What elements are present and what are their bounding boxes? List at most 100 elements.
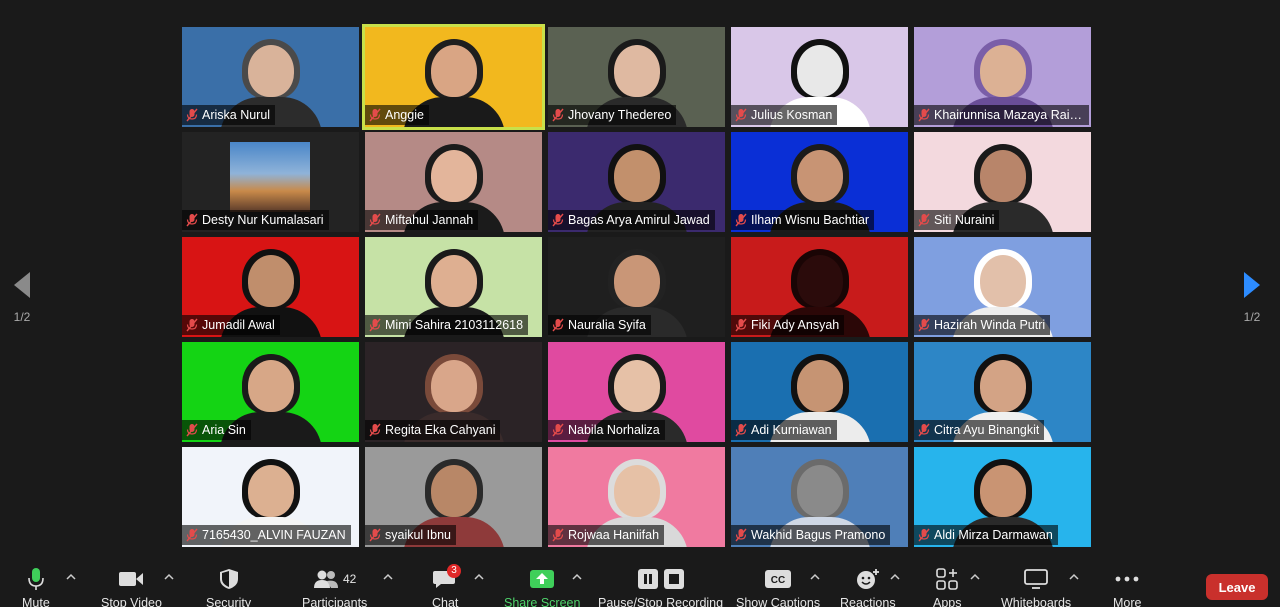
muted-microphone-icon [186,423,198,437]
chevron-right-icon [1244,272,1260,298]
participant-name: Jumadil Awal [202,318,275,332]
mute-button[interactable]: Mute [22,566,50,607]
leave-button[interactable]: Leave [1206,574,1268,600]
meeting-toolbar: Mute Stop Video Security 42 Participants… [0,560,1280,607]
participant-tile[interactable]: Aria Sin [182,342,359,442]
show-captions-button[interactable]: CC Show Captions [736,566,820,607]
captions-options-chevron-icon[interactable] [810,572,820,582]
reactions-options-chevron-icon[interactable] [890,572,900,582]
cc-text: CC [771,575,785,586]
participant-name: Adi Kurniawan [751,423,832,437]
muted-microphone-icon [552,528,564,542]
participant-tile[interactable]: Wakhid Bagus Pramono [731,447,908,547]
chat-button[interactable]: 3 Chat [432,564,461,607]
participant-name-tag: Aldi Mirza Darmawan [914,525,1058,545]
video-options-chevron-icon[interactable] [164,572,174,582]
participant-name: Ariska Nurul [202,108,271,122]
participant-name: Aldi Mirza Darmawan [934,528,1053,542]
participant-tile[interactable]: 7165430_ALVIN FAUZAN [182,447,359,547]
participant-tile[interactable]: Mimi Sahira 2103112618 [365,237,542,337]
participant-tile[interactable]: Ilham Wisnu Bachtiar [731,132,908,232]
whiteboards-button[interactable]: Whiteboards [1001,566,1071,607]
muted-microphone-icon [186,108,198,122]
participant-name-tag: Mimi Sahira 2103112618 [365,315,529,335]
participant-tile[interactable]: Nabila Norhaliza [548,342,725,442]
participant-tile[interactable]: Regita Eka Cahyani [365,342,542,442]
share-screen-icon [530,570,555,588]
muted-microphone-icon [735,423,747,437]
participant-name: Citra Ayu Binangkit [934,423,1040,437]
participants-button[interactable]: 42 Participants [302,566,367,607]
participant-tile[interactable]: Ariska Nurul [182,27,359,127]
previous-page-button[interactable]: 1/2 [2,270,42,330]
participant-tile[interactable]: Jhovany Thedereo [548,27,725,127]
apps-grid-icon [936,568,959,590]
participant-face [796,360,843,412]
security-button[interactable]: Security [206,566,251,607]
pause-stop-recording-button[interactable]: Pause/Stop Recording [598,566,723,607]
apps-options-chevron-icon[interactable] [970,572,980,582]
stop-video-button[interactable]: Stop Video [101,566,162,607]
participant-name-tag: Khairunnisa Mazaya Raih... [914,105,1089,125]
next-page-button[interactable]: 1/2 [1232,270,1272,330]
participant-tile[interactable]: Khairunnisa Mazaya Raih... [914,27,1091,127]
participant-tile[interactable]: Adi Kurniawan [731,342,908,442]
microphone-icon [28,568,44,590]
participant-tile[interactable]: Bagas Arya Amirul Jawad [548,132,725,232]
muted-microphone-icon [552,318,564,332]
more-button[interactable]: More [1113,566,1141,607]
chat-options-chevron-icon[interactable] [474,572,484,582]
participant-name: Mimi Sahira 2103112618 [385,318,524,332]
participant-face [430,360,477,412]
mute-options-chevron-icon[interactable] [66,572,76,582]
participant-name-tag: Bagas Arya Amirul Jawad [548,210,715,230]
participant-name-tag: Adi Kurniawan [731,420,837,440]
participant-name-tag: Miftahul Jannah [365,210,479,230]
whiteboards-options-chevron-icon[interactable] [1069,572,1079,582]
meeting-stage: 1/2 Ariska Nurul Anggie Jhovany Thedereo Ju… [0,0,1280,560]
apps-button[interactable]: Apps [933,566,962,607]
participant-tile[interactable]: Hazirah Winda Putri [914,237,1091,337]
participant-name: Miftahul Jannah [385,213,474,227]
participant-face [796,255,843,307]
participant-face [613,360,660,412]
participant-name-tag: Jhovany Thedereo [548,105,677,125]
participant-tile[interactable]: Citra Ayu Binangkit [914,342,1091,442]
participant-face [979,360,1026,412]
participant-name: Bagas Arya Amirul Jawad [568,213,710,227]
participant-tile[interactable]: Jumadil Awal [182,237,359,337]
participant-tile[interactable]: Aldi Mirza Darmawan [914,447,1091,547]
participant-tile[interactable]: Siti Nuraini [914,132,1091,232]
participant-face [613,45,660,97]
share-options-chevron-icon[interactable] [572,572,582,582]
muted-microphone-icon [735,108,747,122]
muted-microphone-icon [552,423,564,437]
participant-face [613,150,660,202]
participant-tile[interactable]: Anggie [362,24,545,130]
participant-tile[interactable]: Miftahul Jannah [365,132,542,232]
participant-name-tag: Ariska Nurul [182,105,276,125]
muted-microphone-icon [369,528,381,542]
participant-name: Desty Nur Kumalasari [202,213,324,227]
muted-microphone-icon [735,318,747,332]
participant-tile[interactable]: Desty Nur Kumalasari [182,132,359,232]
participant-name-tag: Fiki Ady Ansyah [731,315,845,335]
participants-options-chevron-icon[interactable] [383,572,393,582]
participant-name-tag: Hazirah Winda Putri [914,315,1051,335]
participant-tile[interactable]: Rojwaa Haniifah [548,447,725,547]
participant-name-tag: Regita Eka Cahyani [365,420,501,440]
participant-name: Ilham Wisnu Bachtiar [751,213,870,227]
participant-name-tag: Aria Sin [182,420,251,440]
participant-tile[interactable]: syaikul Ibnu [365,447,542,547]
participant-tile[interactable]: Nauralia Syifa [548,237,725,337]
muted-microphone-icon [369,423,381,437]
reactions-button[interactable]: Reactions [840,566,896,607]
share-screen-button[interactable]: Share Screen [504,566,580,607]
participant-face [979,150,1026,202]
participant-name-tag: 7165430_ALVIN FAUZAN [182,525,351,545]
participant-tile[interactable]: Fiki Ady Ansyah [731,237,908,337]
muted-microphone-icon [369,108,381,122]
page-indicator-right: 1/2 [1243,310,1261,324]
participant-tile[interactable]: Julius Kosman [731,27,908,127]
participants-icon [313,570,338,588]
